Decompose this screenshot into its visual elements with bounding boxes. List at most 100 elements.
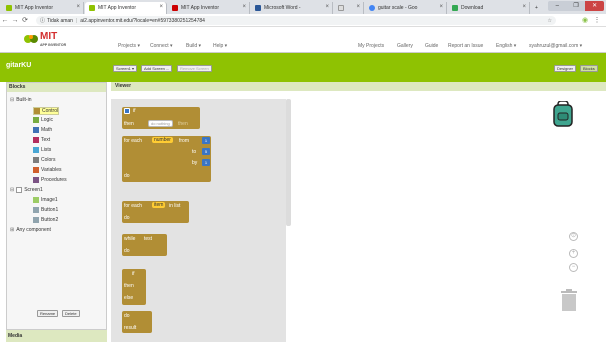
browser-tab[interactable]: Microsoft Word - × — [251, 2, 333, 14]
screen-select[interactable]: Screen1 ▾ — [113, 65, 138, 72]
drawer-colors[interactable]: Colors — [33, 157, 55, 163]
menu-projects[interactable]: Projects ▾ — [118, 43, 140, 49]
tab-close-icon[interactable]: × — [242, 4, 246, 10]
trash-icon[interactable] — [560, 289, 578, 311]
browser-tab-active[interactable]: MIT App Inventor × — [85, 2, 167, 14]
screen-icon — [16, 187, 23, 193]
window-close-icon[interactable]: ✕ — [585, 1, 605, 11]
tab-close-icon[interactable]: × — [522, 4, 526, 10]
do-result-block[interactable]: do result — [122, 311, 152, 333]
drawer-logic[interactable]: Logic — [33, 117, 53, 123]
tab-close-icon[interactable]: × — [159, 4, 163, 10]
for-each-list-block[interactable]: for each item in list do — [122, 201, 189, 223]
zoom-out-icon[interactable]: − — [569, 263, 578, 272]
designer-button[interactable]: Designer — [554, 65, 577, 72]
delete-button[interactable]: Delete — [62, 310, 80, 317]
tab-close-icon[interactable]: × — [76, 4, 80, 10]
component-button1[interactable]: Button1 — [33, 207, 58, 213]
for-range-block[interactable]: for each number from to by do 1 5 1 — [122, 136, 211, 182]
drawer-label: Logic — [41, 117, 53, 123]
tree-builtin[interactable]: ⊟ Built-in — [10, 97, 32, 103]
do-label: do — [124, 173, 130, 179]
maximize-icon[interactable]: ❐ — [567, 1, 586, 11]
account-menu[interactable]: syahruzul@gmail.com ▾ — [529, 43, 582, 49]
word-favicon-icon — [255, 5, 261, 11]
blocks-button[interactable]: Blocks — [580, 65, 598, 72]
mit-bee-logo-icon — [24, 33, 38, 45]
new-tab-button[interactable]: + — [531, 2, 545, 14]
add-screen-button[interactable]: Add Screen ... — [141, 65, 173, 72]
if-then-block[interactable]: if then do nothing then — [122, 107, 200, 129]
drawer-procedures[interactable]: Procedures — [33, 177, 67, 183]
zoom-in-icon[interactable]: + — [569, 249, 578, 258]
center-workspace-icon[interactable]: ⊙ — [569, 232, 578, 241]
component-image1[interactable]: Image1 — [33, 197, 58, 203]
drawer-label: Text — [41, 137, 51, 143]
tab-close-icon[interactable]: × — [325, 4, 329, 10]
menu-connect[interactable]: Connect ▾ — [150, 43, 173, 49]
component-label: Button2 — [41, 217, 59, 223]
expand-icon[interactable]: ⊞ — [10, 227, 14, 233]
language-select[interactable]: English ▾ — [496, 43, 516, 49]
math-color-icon — [33, 127, 39, 133]
while-block[interactable]: while test do — [122, 234, 167, 256]
browser-tab[interactable]: MIT App Inventor × — [2, 2, 84, 14]
for-each-label: for each — [124, 203, 143, 209]
browser-tab[interactable]: guitar scale - Goo × — [365, 2, 447, 14]
number-variable[interactable]: number — [152, 137, 173, 143]
rename-button[interactable]: Rename — [37, 310, 59, 317]
tab-close-icon[interactable]: × — [356, 4, 360, 10]
mutator-gear-icon[interactable] — [124, 108, 130, 114]
minimize-icon[interactable]: – — [548, 1, 567, 11]
tab-title: guitar scale - Goo — [378, 5, 418, 11]
item-variable[interactable]: item — [152, 202, 166, 208]
drawer-control[interactable]: Control — [33, 107, 60, 115]
to-number-block[interactable]: 5 — [202, 148, 210, 155]
drawer-lists[interactable]: Lists — [33, 147, 51, 153]
browser-tab[interactable]: × — [334, 2, 364, 14]
reload-icon[interactable]: ⟳ — [20, 16, 30, 24]
remove-screen-button[interactable]: Remove Screen — [177, 65, 212, 72]
forward-icon[interactable]: → — [10, 17, 20, 24]
component-button2[interactable]: Button2 — [33, 217, 58, 223]
drawer-label: Math — [41, 127, 53, 133]
flyout-scrollbar[interactable] — [286, 99, 291, 226]
menu-build[interactable]: Build ▾ — [186, 43, 201, 49]
logo-subtitle: APP INVENTOR — [40, 43, 67, 47]
back-icon[interactable]: ← — [0, 17, 10, 24]
menu-help[interactable]: Help ▾ — [213, 43, 227, 49]
tree-any-component[interactable]: ⊞ Any component — [10, 227, 51, 233]
project-toolbar: gitarKU Screen1 ▾ Add Screen ... Remove … — [0, 53, 606, 82]
by-number-block[interactable]: 1 — [202, 159, 210, 166]
google-favicon-icon — [369, 5, 375, 11]
from-number-block[interactable]: 1 — [202, 137, 210, 144]
in-list-label: in list — [169, 203, 181, 209]
bookmark-star-icon[interactable]: ☆ — [548, 18, 552, 24]
download-favicon-icon — [452, 5, 458, 11]
browser-tab[interactable]: Download × — [448, 2, 530, 14]
info-icon[interactable]: ⓘ — [40, 17, 45, 24]
address-bar[interactable]: ⓘ Tidak aman | ai2.appinventor.mit.edu/?… — [36, 16, 556, 25]
screen-label: Screen1 — [24, 187, 43, 193]
tab-title: Microsoft Word - — [264, 5, 301, 11]
drawer-text[interactable]: Text — [33, 137, 50, 143]
nav-my-projects[interactable]: My Projects — [358, 43, 384, 49]
browser-menu-icon[interactable]: ⋮ — [592, 16, 602, 24]
collapse-icon[interactable]: ⊟ — [10, 187, 14, 193]
drawer-variables[interactable]: Variables — [33, 167, 61, 173]
blocks-workspace[interactable]: if then do nothing then for each number … — [111, 91, 606, 342]
tab-close-icon[interactable]: × — [439, 4, 443, 10]
nav-gallery[interactable]: Gallery — [397, 43, 413, 49]
nav-report-issue[interactable]: Report an Issue — [448, 43, 483, 49]
tree-screen1[interactable]: ⊟ Screen1 — [10, 187, 43, 193]
nav-guide[interactable]: Guide — [425, 43, 438, 49]
if-else-expression-block[interactable]: if then else — [122, 269, 146, 305]
collapse-icon[interactable]: ⊟ — [10, 97, 14, 103]
url-divider: | — [75, 17, 78, 24]
backpack-icon[interactable] — [553, 100, 573, 127]
extension-icon[interactable]: ◉ — [580, 16, 590, 24]
while-label: while — [124, 236, 136, 242]
drawer-math[interactable]: Math — [33, 127, 52, 133]
do-label: do — [124, 248, 130, 254]
browser-tab[interactable]: MIT App Inventor × — [168, 2, 250, 14]
